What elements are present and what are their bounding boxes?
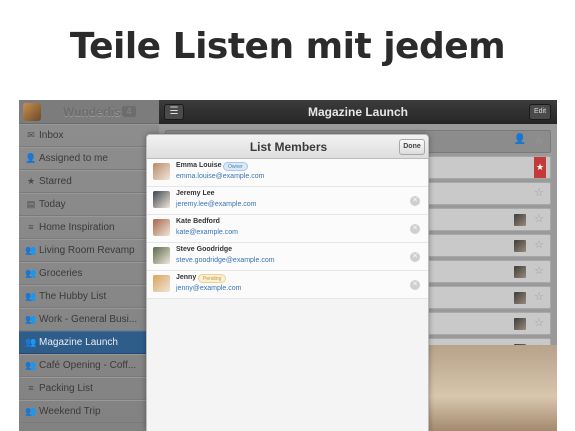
assign-icon[interactable]: 👤: [514, 134, 526, 145]
member-avatar: [153, 247, 170, 264]
member-name: Jeremy Lee: [176, 190, 215, 197]
sidebar-item-label: Living Room Revamp: [39, 245, 135, 256]
sidebar-item[interactable]: ★ Starred: [19, 170, 159, 193]
member-avatar: [153, 219, 170, 236]
shared-list-icon: 👥: [25, 268, 37, 278]
shared-list-icon: 👥: [25, 245, 37, 255]
sidebar-list: ✉ Inbox 👤 Assigned to me ★ Starred ▤ Today ≡ Home…: [19, 124, 159, 423]
star-icon[interactable]: ☆: [534, 238, 544, 251]
user-avatar[interactable]: [23, 103, 41, 121]
inbox-icon: ✉: [27, 130, 35, 140]
sidebar-item[interactable]: ≡ Home Inspiration: [19, 216, 159, 239]
member-avatar: [153, 191, 170, 208]
member-row: Jenny jenny@example.com Pending ✕: [147, 271, 428, 299]
list-icon: ≡: [28, 222, 34, 232]
done-button[interactable]: Done: [399, 139, 425, 155]
person-icon: 👤: [25, 153, 37, 163]
star-icon[interactable]: ☆: [534, 212, 544, 225]
shared-list-icon: 👥: [25, 337, 37, 347]
sidebar-item[interactable]: 👤 Assigned to me: [19, 147, 159, 170]
member-email[interactable]: jenny@example.com: [176, 285, 241, 292]
dialog-title: List Members: [249, 140, 328, 154]
list-icon: ≡: [28, 383, 34, 393]
sidebar-item-label: Home Inspiration: [39, 222, 115, 233]
member-row: Steve Goodridge steve.goodridge@example.c…: [147, 243, 428, 271]
member-avatar: [153, 275, 170, 292]
member-name: Kate Bedford: [176, 218, 220, 225]
sidebar-item-label: Assigned to me: [39, 153, 108, 164]
star-icon[interactable]: ☆: [534, 264, 544, 277]
sidebar-item-label: Magazine Launch: [39, 337, 118, 348]
sidebar-item[interactable]: 👥 Weekend Trip: [19, 400, 159, 423]
sidebar-item[interactable]: ✉ Inbox: [19, 124, 159, 147]
dialog-header: List Members Done: [147, 135, 428, 159]
edit-button[interactable]: Edit: [529, 104, 551, 120]
sidebar-item-label: Café Opening - Coff...: [39, 360, 137, 371]
headline: Teile Listen mit jedem: [69, 26, 506, 67]
sidebar-item-label: Inbox: [39, 130, 64, 141]
sidebar-item[interactable]: 👥 Living Room Revamp: [19, 239, 159, 262]
member-name: Steve Goodridge: [176, 246, 233, 253]
assignee-avatar: [514, 292, 526, 304]
sidebar-item-label: Groceries: [39, 268, 83, 279]
star-icon[interactable]: ☆: [534, 290, 544, 303]
sidebar-item-label: The Hubby List: [39, 291, 107, 302]
calendar-icon: ▤: [26, 199, 36, 209]
assignee-avatar: [514, 266, 526, 278]
member-avatar: [153, 163, 170, 180]
remove-member-icon[interactable]: ✕: [410, 280, 420, 290]
assignee-avatar: [514, 214, 526, 226]
pending-badge: Pending: [198, 274, 227, 283]
members-list: Emma Louise emma.louise@example.com Owner J…: [147, 159, 428, 299]
sidebar-item[interactable]: 👥 Magazine Launch: [19, 331, 159, 354]
star-icon[interactable]: ☆: [534, 134, 544, 147]
sidebar-item-label: Weekend Trip: [39, 406, 101, 417]
member-row: Emma Louise emma.louise@example.com Owner: [147, 159, 428, 187]
member-email[interactable]: kate@example.com: [176, 229, 238, 236]
member-row: Kate Bedford kate@example.com ✕: [147, 215, 428, 243]
sidebar-item-label: Packing List: [39, 383, 93, 394]
sidebar-item-label: Work - General Busi...: [39, 314, 138, 325]
member-row: Jeremy Lee jeremy.lee@example.com ✕: [147, 187, 428, 215]
owner-badge: Owner: [223, 162, 248, 171]
remove-member-icon[interactable]: ✕: [410, 252, 420, 262]
sidebar-item-label: Starred: [39, 176, 72, 187]
remove-member-icon[interactable]: ✕: [410, 224, 420, 234]
sidebar-item-label: Today: [39, 199, 66, 210]
member-name: Emma Louise: [176, 162, 222, 169]
list-title: Magazine Launch: [307, 105, 408, 119]
assignee-avatar: [514, 240, 526, 252]
shared-list-icon: 👥: [25, 314, 37, 324]
starred-flag-icon[interactable]: ★: [534, 157, 546, 178]
list-members-dialog: List Members Done Emma Louise emma.louise…: [146, 134, 429, 431]
star-icon[interactable]: ☆: [534, 316, 544, 329]
toolbar: ☰ Magazine Launch Edit: [159, 100, 557, 124]
sidebar-item[interactable]: 👥 Work - General Busi...: [19, 308, 159, 331]
remove-member-icon[interactable]: ✕: [410, 196, 420, 206]
notification-badge[interactable]: 4: [122, 106, 136, 117]
member-email[interactable]: steve.goodridge@example.com: [176, 257, 275, 264]
shared-list-icon: 👥: [25, 406, 37, 416]
member-email[interactable]: emma.louise@example.com: [176, 173, 264, 180]
assignee-avatar: [514, 318, 526, 330]
shared-list-icon: 👥: [25, 291, 37, 301]
sidebar-header: Wunderlist 4: [19, 100, 159, 124]
sidebar-item[interactable]: 👥 Groceries: [19, 262, 159, 285]
member-email[interactable]: jeremy.lee@example.com: [176, 201, 257, 208]
sidebar: Wunderlist 4 ✉ Inbox 👤 Assigned to me ★ Starr…: [19, 100, 159, 431]
sidebar-item[interactable]: ≡ Packing List: [19, 377, 159, 400]
member-name: Jenny: [176, 274, 197, 281]
star-icon: ★: [26, 176, 36, 186]
sidebar-item[interactable]: 👥 Café Opening - Coff...: [19, 354, 159, 377]
app-title: Wunderlist: [63, 105, 125, 119]
sidebar-item[interactable]: 👥 The Hubby List: [19, 285, 159, 308]
sidebar-item[interactable]: ▤ Today: [19, 193, 159, 216]
shared-list-icon: 👥: [25, 360, 37, 370]
star-icon[interactable]: ☆: [534, 186, 544, 199]
